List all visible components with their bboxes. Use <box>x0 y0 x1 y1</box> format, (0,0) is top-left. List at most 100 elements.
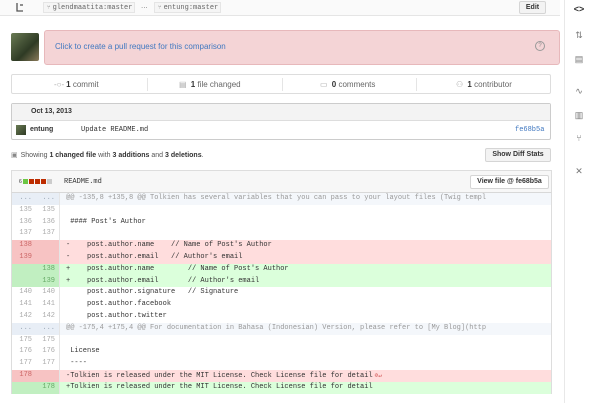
settings-icon[interactable]: ✕ <box>573 166 585 176</box>
new-line-number[interactable] <box>36 369 60 382</box>
diff-line-text: License <box>66 347 100 356</box>
book-icon[interactable]: ▤ <box>573 54 585 64</box>
old-line-number[interactable]: ... <box>12 193 36 205</box>
new-line-number[interactable]: 176 <box>36 346 60 359</box>
old-line-number[interactable]: ... <box>12 322 36 335</box>
diff-line-code: post.author.twitter <box>66 311 551 323</box>
diff-line-text: @@ -135,8 +135,8 @@ Tolkien has several … <box>66 194 487 202</box>
new-line-number[interactable]: ... <box>36 193 60 205</box>
old-line-number[interactable]: 176 <box>12 346 36 358</box>
old-line-number[interactable] <box>12 263 36 276</box>
new-line-number[interactable]: 142 <box>36 310 60 323</box>
diff-line: 135 135 <box>12 204 551 217</box>
file-icon: ▤ <box>179 80 187 89</box>
old-line-number[interactable]: 138 <box>12 240 36 252</box>
contributor-icon: ⚇ <box>456 80 464 89</box>
diff-line-text: ---- <box>66 359 88 368</box>
diff-line-code: - post.author.name // Name of Post's Aut… <box>66 240 551 252</box>
diff-hunk-header: ...... @@ -135,8 +135,8 @@ Tolkien has se… <box>12 193 551 205</box>
diff-line-code: post.author.facebook <box>66 299 551 311</box>
diff-line: 139 - post.author.email // Author's email <box>12 251 551 264</box>
contributors-tab[interactable]: ⚇ 1 contributor <box>456 80 512 89</box>
commit-list: Oct 13, 2013 entung Update README.md fe6… <box>11 103 551 140</box>
commit-sha-link[interactable]: fe68b5a <box>515 126 544 134</box>
diff-line: 142 142 post.author.twitter <box>12 310 551 323</box>
network-icon[interactable]: ⑂ <box>573 133 585 143</box>
diff-line-text: -Tolkien is released under the MIT Licen… <box>66 371 373 380</box>
commit-icon: -○- <box>54 80 65 89</box>
new-line-number[interactable]: 135 <box>36 204 60 217</box>
view-file-button[interactable]: View file @ fe68b5a <box>470 175 549 189</box>
commit-message[interactable]: Update README.md <box>81 126 148 134</box>
old-line-number[interactable]: 140 <box>12 287 36 299</box>
pull-request-icon[interactable]: ⇅ <box>573 30 585 40</box>
diff-line-text: + post.author.email // Author's email <box>66 276 260 285</box>
base-branch-label: glendmaatita:master <box>52 4 133 12</box>
diffstat: 6 <box>19 179 52 185</box>
old-line-number[interactable]: 178 <box>12 369 36 382</box>
new-line-number[interactable]: 137 <box>36 228 60 241</box>
diff-line-code: post.author.signature // Signature <box>66 287 551 299</box>
graph-icon[interactable]: ▥ <box>573 110 585 120</box>
diff-line: 136 136 #### Post's Author <box>12 216 551 229</box>
diffstat-block <box>40 179 46 184</box>
diff-line-text: post.author.twitter <box>66 311 167 320</box>
new-line-number[interactable]: 175 <box>36 334 60 347</box>
commit-row[interactable]: entung Update README.md fe68b5a <box>12 122 550 139</box>
base-branch-pill[interactable]: ⑂ glendmaatita:master <box>43 2 135 13</box>
diff-line-code: - post.author.email // Author's email <box>66 252 551 264</box>
comments-tab[interactable]: ▭ 0 comments <box>320 80 375 89</box>
old-line-number[interactable]: 175 <box>12 335 36 347</box>
old-line-number[interactable]: 141 <box>12 299 36 311</box>
new-line-number[interactable]: 141 <box>36 299 60 311</box>
divider <box>282 78 283 91</box>
head-branch-pill[interactable]: ⑂ entung:master <box>154 2 221 13</box>
diff-line: 177 177 ---- <box>12 358 551 370</box>
old-line-number[interactable]: 177 <box>12 358 36 370</box>
pulse-icon[interactable]: ∿ <box>573 86 585 96</box>
avatar <box>11 33 39 61</box>
commits-tab[interactable]: -○- 1 commit <box>54 80 99 89</box>
pull-request-banner[interactable]: Click to create a pull request for this … <box>44 30 560 65</box>
old-line-number[interactable]: 142 <box>12 311 36 323</box>
new-line-number[interactable]: 136 <box>36 216 60 229</box>
new-line-number[interactable]: 178 <box>36 381 60 394</box>
old-line-number[interactable]: 135 <box>12 205 36 217</box>
comment-icon: ▭ <box>320 80 328 89</box>
new-line-number[interactable]: 139 <box>36 275 60 288</box>
diff-line-text: post.author.facebook <box>66 300 172 309</box>
old-line-number[interactable]: 137 <box>12 228 36 240</box>
diffstat-blocks <box>22 179 52 185</box>
diff-line-text: #### Post's Author <box>66 217 146 226</box>
compare-bar: ⑂ glendmaatita:master ... ⑂ entung:master … <box>0 0 560 16</box>
create-pull-request-link[interactable]: Click to create a pull request for this … <box>55 42 226 51</box>
diff-table: ...... @@ -135,8 +135,8 @@ Tolkien has se… <box>11 193 552 394</box>
diff-line: 139 + post.author.email // Author's email <box>12 275 551 288</box>
diff-line-text: @@ -175,4 +175,4 @@ For documentation in… <box>66 323 487 332</box>
old-line-number[interactable]: 136 <box>12 217 36 229</box>
avatar[interactable] <box>16 125 26 135</box>
file-name[interactable]: README.md <box>64 178 102 186</box>
compare-separator: ... <box>141 1 148 10</box>
new-line-number[interactable]: 140 <box>36 287 60 300</box>
code-icon[interactable]: <> <box>573 4 585 14</box>
show-diff-stats-button[interactable]: Show Diff Stats <box>485 148 551 162</box>
new-line-number[interactable] <box>36 240 60 252</box>
new-line-number[interactable]: 138 <box>36 263 60 276</box>
diff-line: 137 137 <box>12 228 551 241</box>
new-line-number[interactable] <box>36 251 60 264</box>
diffstat-block <box>46 179 52 184</box>
files-tab[interactable]: ▤ 1 file changed <box>179 80 241 89</box>
compare-icon <box>16 3 23 12</box>
old-line-number[interactable] <box>12 381 36 394</box>
new-line-number[interactable]: ... <box>36 322 60 335</box>
old-line-number[interactable] <box>12 275 36 288</box>
new-line-number[interactable]: 177 <box>36 358 60 370</box>
edit-button[interactable]: Edit <box>519 1 546 14</box>
commit-author[interactable]: entung <box>30 126 53 133</box>
diff-line: 178 +Tolkien is released under the MIT Li… <box>12 381 551 394</box>
diff-line-code: #### Post's Author <box>66 217 551 229</box>
diff-line: 140 140 post.author.signature // Signatur… <box>12 287 551 300</box>
help-icon[interactable]: ? <box>535 41 545 51</box>
old-line-number[interactable]: 139 <box>12 251 36 264</box>
